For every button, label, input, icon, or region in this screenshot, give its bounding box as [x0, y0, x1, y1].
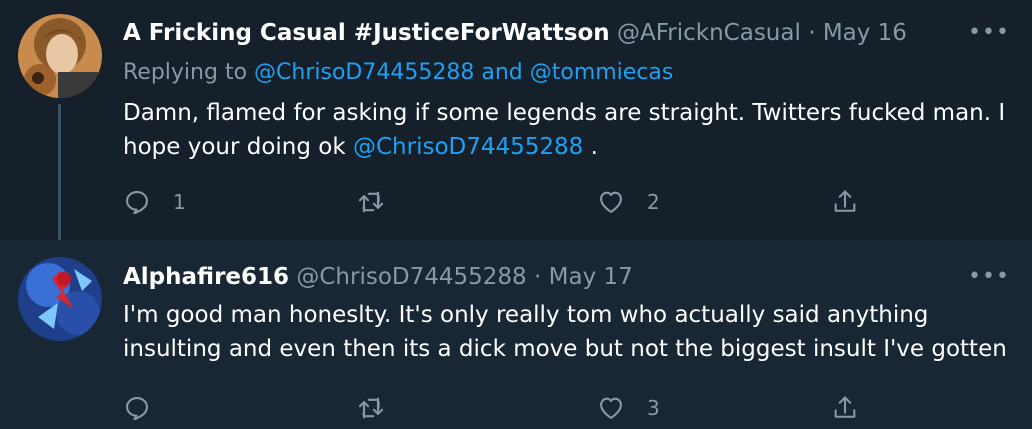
handle[interactable]: @ChrisoD74455288	[296, 264, 526, 290]
tweet-header: A Fricking Casual #JusticeForWattson @AF…	[123, 18, 907, 48]
handle[interactable]: @AFricknCasual	[617, 20, 801, 46]
mention-link[interactable]: @ChrisoD74455288	[353, 134, 583, 160]
reply-count: 1	[173, 190, 186, 214]
thread-line	[58, 104, 61, 252]
retweet-icon	[358, 191, 384, 213]
reply-button[interactable]	[123, 391, 173, 425]
display-name[interactable]: A Fricking Casual #JusticeForWattson	[123, 20, 610, 46]
share-icon	[834, 396, 856, 418]
replying-to: Replying to @ChrisoD74455288 and @tommie…	[123, 58, 673, 88]
separator: ·	[808, 20, 816, 46]
like-count: 3	[647, 396, 660, 420]
like-count: 2	[647, 190, 660, 214]
reply-icon	[126, 191, 148, 215]
tweet[interactable]: Alphafire616 @ChrisoD74455288 · May 17 •…	[0, 240, 1032, 429]
like-icon	[600, 397, 622, 419]
tweet-text-part: .	[590, 134, 598, 160]
like-icon	[600, 191, 622, 213]
tweet-text: Damn, flamed for asking if some legends …	[123, 96, 1013, 164]
reply-button[interactable]: 1	[123, 185, 186, 219]
retweet-icon	[358, 397, 384, 419]
replying-prefix: Replying to	[123, 60, 248, 85]
avatar[interactable]	[18, 257, 102, 341]
like-button[interactable]: 2	[597, 185, 660, 219]
retweet-button[interactable]	[357, 185, 407, 219]
share-button[interactable]	[831, 391, 859, 425]
action-bar: 3	[123, 391, 883, 425]
more-icon[interactable]: •••	[968, 22, 1009, 46]
more-icon[interactable]: •••	[968, 266, 1009, 290]
replying-and[interactable]: and	[481, 60, 522, 85]
timestamp[interactable]: May 16	[823, 20, 907, 46]
mention-link[interactable]: @tommiecas	[530, 60, 674, 85]
display-name[interactable]: Alphafire616	[123, 264, 289, 290]
avatar[interactable]	[18, 14, 102, 98]
tweet[interactable]: A Fricking Casual #JusticeForWattson @AF…	[0, 0, 1032, 252]
share-icon	[834, 190, 856, 212]
share-button[interactable]	[831, 185, 859, 219]
action-bar: 1 2	[123, 185, 883, 219]
timestamp[interactable]: May 17	[549, 264, 633, 290]
like-button[interactable]: 3	[597, 391, 660, 425]
mention-link[interactable]: @ChrisoD74455288	[254, 60, 474, 85]
reply-icon	[126, 397, 148, 421]
tweet-text: I'm good man honeslty. It's only really …	[123, 302, 1007, 362]
retweet-button[interactable]	[357, 391, 407, 425]
tweet-header: Alphafire616 @ChrisoD74455288 · May 17	[123, 262, 633, 292]
separator: ·	[534, 264, 542, 290]
